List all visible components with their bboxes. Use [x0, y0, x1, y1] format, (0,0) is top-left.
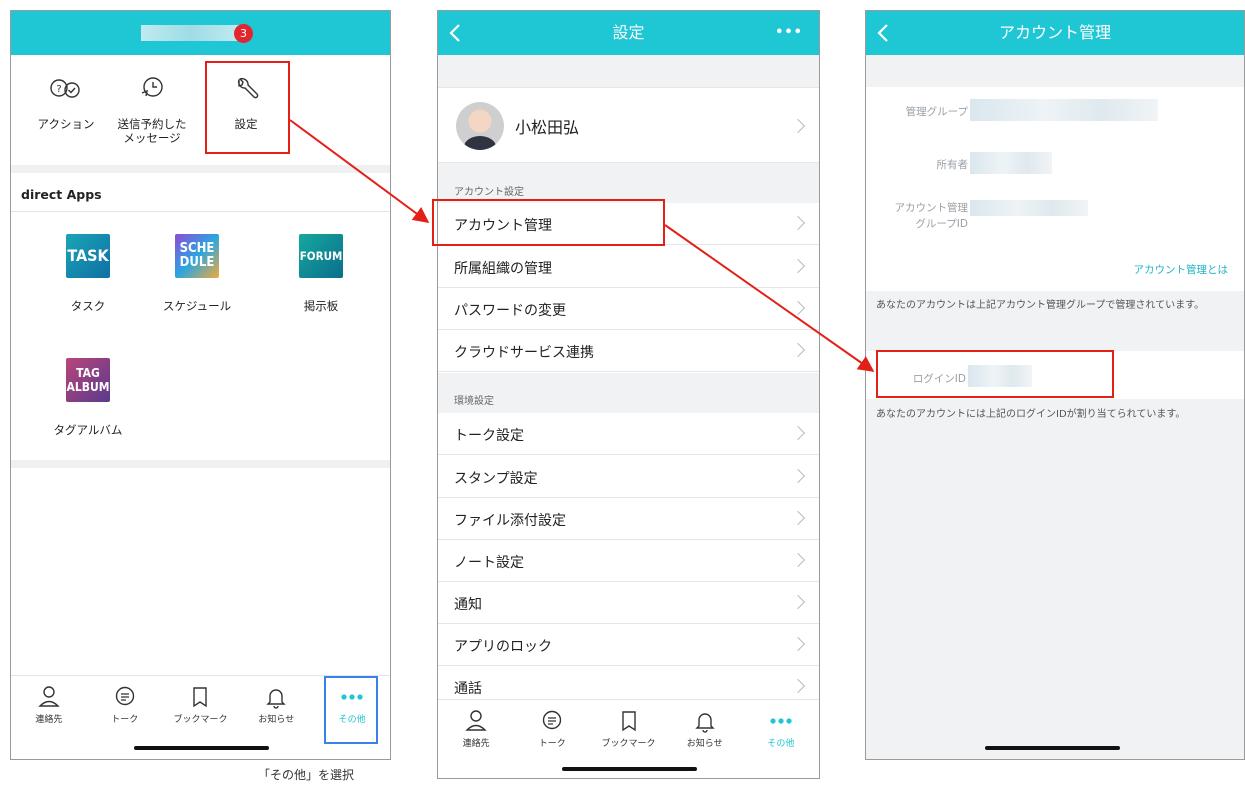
arrow-to-account-management	[664, 224, 875, 372]
flow-arrows	[289, 119, 875, 372]
arrow-to-settings	[289, 119, 430, 223]
